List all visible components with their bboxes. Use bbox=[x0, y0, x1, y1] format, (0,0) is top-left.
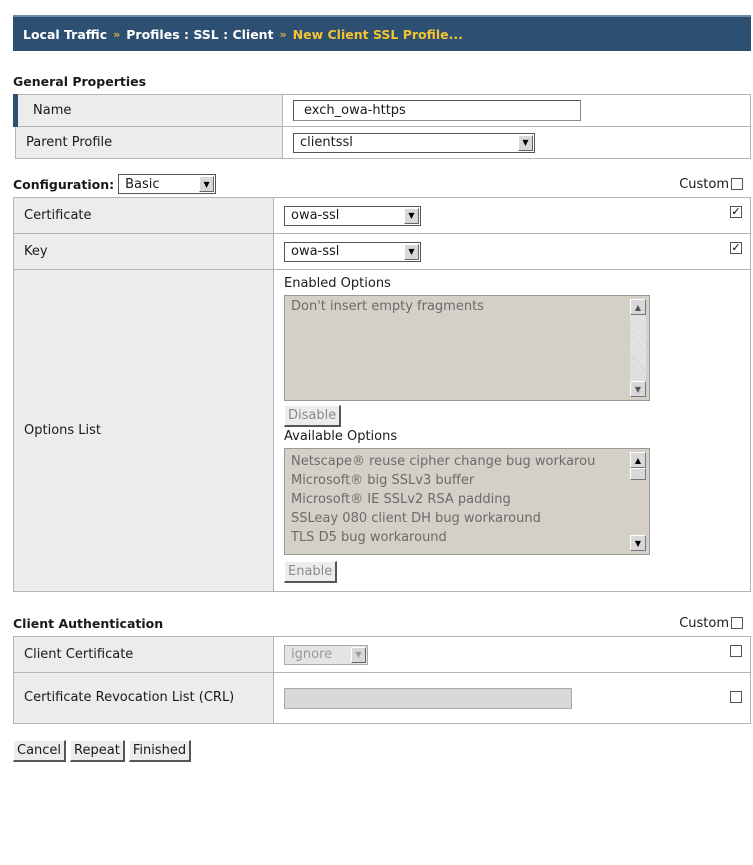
certificate-select[interactable]: owa-ssl ▼ bbox=[284, 205, 421, 226]
enable-button[interactable]: Enable bbox=[284, 561, 338, 583]
available-options-scrollbar[interactable]: ▲ ▼ bbox=[630, 452, 646, 551]
disable-button[interactable]: Disable bbox=[284, 405, 342, 427]
enabled-options-heading: Enabled Options bbox=[284, 276, 391, 291]
list-item[interactable]: Microsoft® IE SSLv2 RSA padding bbox=[291, 490, 621, 509]
list-item[interactable]: SSLeay 080 client DH bug workaround bbox=[291, 509, 621, 528]
general-properties-table: Name exch_owa-https Parent Profile clien… bbox=[13, 94, 751, 159]
available-options-listbox[interactable]: Netscape® reuse cipher change bug workar… bbox=[284, 448, 650, 555]
scroll-thumb[interactable] bbox=[630, 468, 646, 480]
list-item[interactable]: Microsoft® big SSLv3 buffer bbox=[291, 471, 621, 490]
disable-button-wrap: Disable bbox=[284, 405, 740, 427]
breadcrumb: Local Traffic » Profiles : SSL : Client … bbox=[13, 15, 751, 51]
configuration-custom: Custom bbox=[679, 177, 743, 192]
configuration-table: Certificate owa-ssl ▼ ✓ Key owa-ssl ▼ ✓ … bbox=[13, 197, 751, 592]
configuration-mode-value: Basic bbox=[125, 176, 160, 192]
breadcrumb-separator-icon: » bbox=[279, 27, 287, 41]
enabled-options-scrollbar[interactable]: ▲ ▼ bbox=[630, 299, 646, 397]
parent-profile-label: Parent Profile bbox=[15, 126, 283, 159]
certificate-label: Certificate bbox=[13, 197, 274, 234]
parent-profile-cell: clientssl ▼ bbox=[282, 126, 751, 159]
options-list-label: Options List bbox=[13, 269, 274, 592]
cancel-button[interactable]: Cancel bbox=[13, 740, 67, 762]
certificate-row: Certificate owa-ssl ▼ ✓ bbox=[13, 197, 751, 234]
parent-profile-select[interactable]: clientssl ▼ bbox=[293, 132, 535, 153]
crl-input[interactable] bbox=[284, 687, 572, 709]
breadcrumb-local-traffic[interactable]: Local Traffic bbox=[23, 27, 107, 42]
scroll-down-icon[interactable]: ▼ bbox=[630, 381, 646, 397]
parent-profile-value: clientssl bbox=[300, 135, 353, 150]
chevron-down-icon[interactable]: ▼ bbox=[404, 207, 419, 224]
scroll-up-icon[interactable]: ▲ bbox=[630, 452, 646, 468]
client-certificate-label: Client Certificate bbox=[13, 636, 274, 673]
client-auth-heading: Client Authentication bbox=[13, 615, 164, 631]
crl-row: Certificate Revocation List (CRL) bbox=[13, 672, 751, 724]
client-certificate-value: ignore bbox=[291, 647, 333, 662]
enabled-options-listbox[interactable]: Don't insert empty fragments ▲ ▼ bbox=[284, 295, 650, 401]
name-input[interactable]: exch_owa-https bbox=[293, 100, 581, 121]
key-value: owa-ssl bbox=[291, 244, 340, 259]
configuration-header: Configuration: Basic ▼ Custom bbox=[13, 171, 751, 197]
client-auth-header: Client Authentication Custom bbox=[13, 610, 751, 636]
client-auth-custom-checkbox[interactable] bbox=[731, 617, 743, 629]
enable-button-wrap: Enable bbox=[284, 561, 740, 583]
list-item[interactable]: TLS D5 bug workaround bbox=[291, 528, 621, 547]
key-select[interactable]: owa-ssl ▼ bbox=[284, 241, 421, 262]
list-item[interactable]: Netscape® reuse cipher change bug workar… bbox=[291, 452, 621, 471]
certificate-custom-checkbox[interactable]: ✓ bbox=[730, 206, 742, 218]
scroll-up-icon[interactable]: ▲ bbox=[630, 299, 646, 315]
client-auth-table: Client Certificate ignore ▼ Certificate … bbox=[13, 636, 751, 724]
key-custom-checkbox[interactable]: ✓ bbox=[730, 242, 742, 254]
page: Local Traffic » Profiles : SSL : Client … bbox=[13, 0, 751, 762]
key-row: Key owa-ssl ▼ ✓ bbox=[13, 233, 751, 270]
key-label: Key bbox=[13, 233, 274, 270]
client-auth-custom-label: Custom bbox=[679, 615, 729, 631]
finished-button[interactable]: Finished bbox=[128, 740, 192, 762]
name-cell: exch_owa-https bbox=[282, 94, 751, 127]
crl-cell bbox=[273, 672, 751, 724]
chevron-down-icon[interactable]: ▼ bbox=[404, 243, 419, 260]
repeat-button[interactable]: Repeat bbox=[70, 740, 125, 762]
configuration-custom-label: Custom bbox=[679, 176, 729, 192]
scroll-down-icon[interactable]: ▼ bbox=[630, 535, 646, 551]
client-certificate-select[interactable]: ignore ▼ bbox=[284, 644, 368, 665]
breadcrumb-profiles-ssl-client[interactable]: Profiles : SSL : Client bbox=[126, 27, 273, 42]
available-options-heading: Available Options bbox=[284, 429, 398, 444]
configuration-mode-select[interactable]: Basic ▼ bbox=[118, 174, 217, 194]
client-certificate-row: Client Certificate ignore ▼ bbox=[13, 636, 751, 673]
certificate-value: owa-ssl bbox=[291, 208, 340, 223]
certificate-cell: owa-ssl ▼ ✓ bbox=[273, 197, 751, 234]
configuration-heading-group: Configuration: Basic ▼ bbox=[13, 174, 217, 194]
client-certificate-cell: ignore ▼ bbox=[273, 636, 751, 673]
configuration-custom-checkbox[interactable] bbox=[731, 178, 743, 190]
crl-label: Certificate Revocation List (CRL) bbox=[13, 672, 274, 724]
breadcrumb-current-page: New Client SSL Profile... bbox=[292, 26, 463, 42]
breadcrumb-separator-icon: » bbox=[113, 27, 121, 41]
chevron-down-icon[interactable]: ▼ bbox=[518, 134, 533, 151]
general-properties-header: General Properties bbox=[13, 68, 751, 94]
enabled-options-items: Don't insert empty fragments bbox=[285, 296, 649, 317]
parent-profile-row: Parent Profile clientssl ▼ bbox=[15, 126, 751, 159]
configuration-heading: Configuration: bbox=[13, 176, 115, 192]
crl-custom-checkbox[interactable] bbox=[730, 691, 742, 703]
client-certificate-custom-checkbox[interactable] bbox=[730, 645, 742, 657]
options-list-cell: Enabled Options Don't insert empty fragm… bbox=[273, 269, 751, 592]
chevron-down-icon[interactable]: ▼ bbox=[199, 176, 215, 192]
client-auth-custom: Custom bbox=[679, 616, 743, 631]
footer-buttons: Cancel Repeat Finished bbox=[13, 740, 751, 762]
name-row: Name exch_owa-https bbox=[13, 94, 751, 127]
list-item[interactable]: Don't insert empty fragments bbox=[291, 299, 643, 314]
key-cell: owa-ssl ▼ ✓ bbox=[273, 233, 751, 270]
name-label: Name bbox=[13, 94, 283, 127]
options-list-row: Options List Enabled Options Don't inser… bbox=[13, 269, 751, 592]
available-options-items: Netscape® reuse cipher change bug workar… bbox=[285, 449, 627, 550]
chevron-down-icon[interactable]: ▼ bbox=[351, 646, 366, 663]
general-properties-heading: General Properties bbox=[13, 73, 147, 89]
